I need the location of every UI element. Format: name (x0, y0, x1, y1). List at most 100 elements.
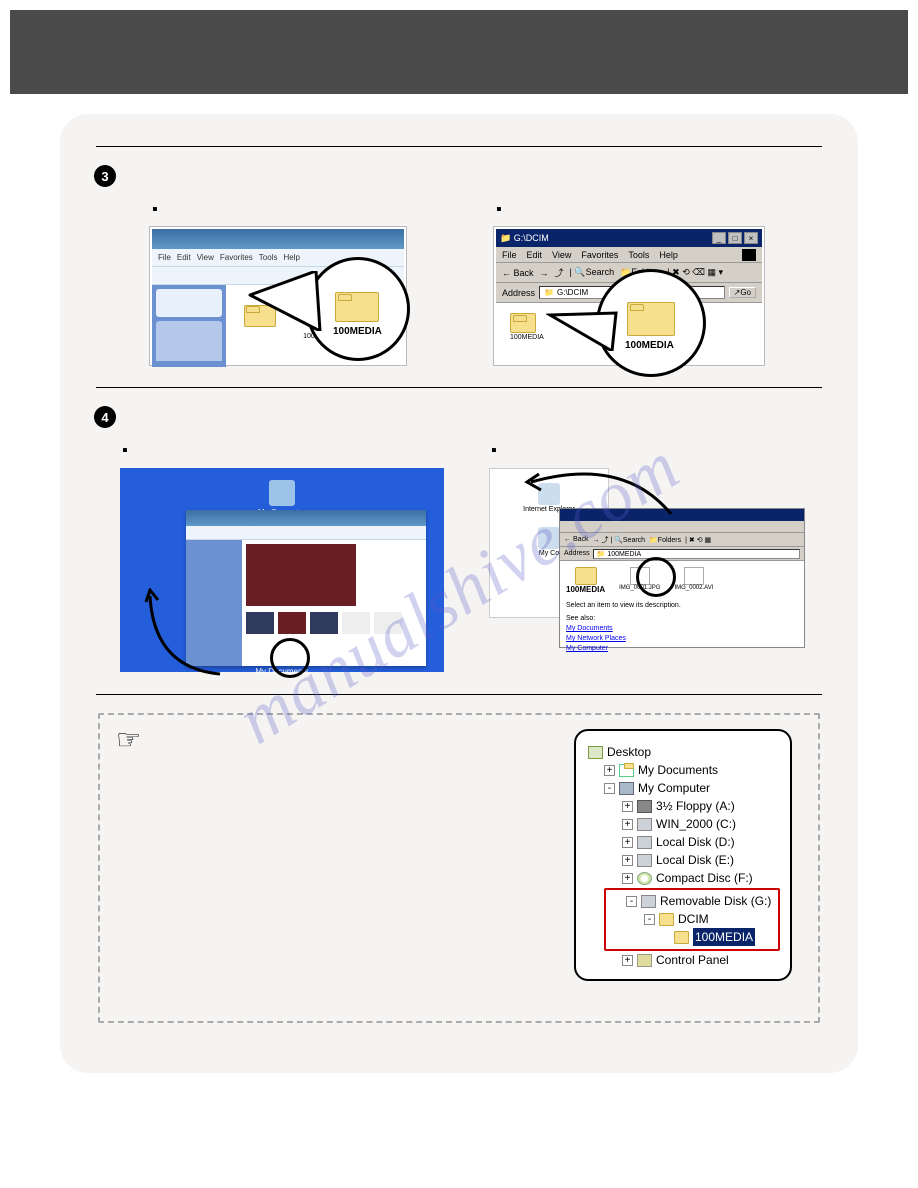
w2k-menu-fav[interactable]: Favorites (581, 250, 618, 260)
search-button-2[interactable]: Search (623, 537, 645, 544)
thumb-2[interactable] (278, 612, 306, 634)
address-label: Address (502, 288, 535, 298)
folder-icon (659, 913, 674, 926)
tree-control-panel[interactable]: +Control Panel (588, 951, 780, 969)
tree-c-drive[interactable]: +WIN_2000 (C:) (588, 815, 780, 833)
search-button[interactable]: Search (586, 267, 615, 277)
step4-col-b: ▪ Internet Explorer My Co ← Back → ⤴ | 🔍… (489, 442, 818, 672)
expand-icon[interactable]: + (622, 855, 633, 866)
callout-label-2k: 100MEDIA (625, 340, 674, 351)
desktop-icon (588, 746, 603, 759)
callout-circle-file (636, 557, 676, 597)
callout-circle-2k: 100MEDIA (596, 269, 706, 377)
folder-100media-small (244, 305, 276, 331)
callout-circle-thumb (270, 638, 310, 678)
file-img2[interactable]: IMG_0002.AVI (674, 567, 713, 594)
drive-icon (637, 854, 652, 867)
min-button[interactable]: _ (712, 232, 726, 244)
w2k-explorer-window: ← Back → ⤴ | 🔍Search 📁Folders | ✖ ⟲ ▦ Ad… (559, 508, 805, 648)
folder-icon: 📁 (544, 288, 554, 297)
computer-icon (619, 782, 634, 795)
step3-col-a: ▪ File Edit View Favorites Tools Help (150, 201, 454, 365)
w2k-composite: Internet Explorer My Co ← Back → ⤴ | 🔍Se… (489, 468, 805, 668)
back-button[interactable]: ← Back (502, 268, 534, 278)
xp-explorer-window (186, 510, 426, 666)
see-also-label: See also: (566, 615, 798, 622)
folder-open-icon (674, 931, 689, 944)
xp-menu-file: File (158, 253, 171, 262)
step4-col-a: ▪ My Computer My Network Places Shared D… (120, 442, 449, 672)
floppy-icon (637, 800, 652, 813)
back-button-2[interactable]: ← Back (564, 536, 589, 543)
expand-icon[interactable]: + (622, 955, 633, 966)
tree-removable[interactable]: -Removable Disk (G:) (608, 892, 776, 910)
xp-menu-help: Help (283, 253, 299, 262)
tree-e-drive[interactable]: +Local Disk (E:) (588, 851, 780, 869)
link-mydocs[interactable]: My Documents (566, 625, 798, 632)
xp-menu-view: View (197, 253, 214, 262)
w2k-menu-tools[interactable]: Tools (628, 250, 649, 260)
tree-cd-drive[interactable]: +Compact Disc (F:) (588, 869, 780, 887)
expand-icon[interactable]: + (622, 837, 633, 848)
expand-icon[interactable]: + (622, 873, 633, 884)
page-body: manualshive.com 3 ▪ File Edit View Favor… (60, 114, 858, 1073)
step4-b-marker: ▪ (491, 442, 497, 460)
max-button[interactable]: □ (728, 232, 742, 244)
highlight-box: -Removable Disk (G:) -DCIM 100MEDIA (604, 888, 780, 951)
expand-icon[interactable]: + (622, 819, 633, 830)
step-4: 4 ▪ My Computer My Network Places Shared… (90, 388, 828, 694)
tree-desktop[interactable]: Desktop (588, 743, 780, 761)
address-value-2[interactable]: 100MEDIA (607, 551, 641, 558)
screenshot-xp-dcim: File Edit View Favorites Tools Help (150, 227, 406, 365)
small-folder[interactable]: 100MEDIA (510, 309, 544, 341)
w2k-menu-help[interactable]: Help (659, 250, 678, 260)
expand-icon[interactable]: + (622, 801, 633, 812)
link-network[interactable]: My Network Places (566, 635, 798, 642)
address-value[interactable]: G:\DCIM (557, 288, 588, 297)
xp-menu-fav: Favorites (220, 253, 253, 262)
description-text: Select an item to view its description. (566, 602, 798, 609)
note-box: ☞ Desktop +My Documents -My Computer +3½… (98, 713, 820, 1023)
rule-bottom-step (96, 694, 822, 695)
folder-title: 100MEDIA (566, 567, 605, 594)
callout-circle-xp: 100MEDIA (306, 257, 410, 361)
documents-icon (619, 764, 634, 777)
tree-100media[interactable]: 100MEDIA (608, 928, 776, 946)
xp-menu-edit: Edit (177, 253, 191, 262)
step-3-bullet: 3 (94, 165, 116, 187)
tree-d-drive[interactable]: +Local Disk (D:) (588, 833, 780, 851)
tree-mydocs[interactable]: +My Documents (588, 761, 780, 779)
control-panel-icon (637, 954, 652, 967)
tree-floppy[interactable]: +3½ Floppy (A:) (588, 797, 780, 815)
tree-mycomputer[interactable]: -My Computer (588, 779, 780, 797)
step-4-bullet: 4 (94, 406, 116, 428)
drive-icon (637, 836, 652, 849)
step3-col-b: ▪ 📁 G:\DCIM _□× File Edit View Favorites… (494, 201, 798, 365)
thumb-5[interactable] (374, 612, 402, 634)
cd-icon (637, 872, 652, 885)
thumb-4[interactable] (342, 612, 370, 634)
collapse-icon[interactable]: - (644, 914, 655, 925)
w2k-menu-file[interactable]: File (502, 250, 517, 260)
go-button[interactable]: ↗Go (729, 287, 756, 298)
link-mycomp[interactable]: My Computer (566, 645, 798, 652)
folders-button-2[interactable]: Folders (658, 537, 681, 544)
close-button[interactable]: × (744, 232, 758, 244)
folder-tree: Desktop +My Documents -My Computer +3½ F… (574, 729, 792, 981)
tree-dcim[interactable]: -DCIM (608, 910, 776, 928)
hand-pointer-icon: ☞ (116, 723, 141, 756)
step3-a-marker: ▪ (152, 201, 158, 219)
removable-icon (641, 895, 656, 908)
preview-image (246, 544, 356, 606)
step4-a-marker: ▪ (122, 442, 128, 460)
w2k-menu-view[interactable]: View (552, 250, 571, 260)
collapse-icon[interactable]: - (626, 896, 637, 907)
xp-menu-tools: Tools (259, 253, 278, 262)
w2k-title: G:\DCIM (514, 233, 549, 243)
collapse-icon[interactable]: - (604, 783, 615, 794)
page-header-bar (10, 10, 908, 94)
thumb-1[interactable] (246, 612, 274, 634)
w2k-menu-edit[interactable]: Edit (527, 250, 543, 260)
thumb-3[interactable] (310, 612, 338, 634)
expand-icon[interactable]: + (604, 765, 615, 776)
